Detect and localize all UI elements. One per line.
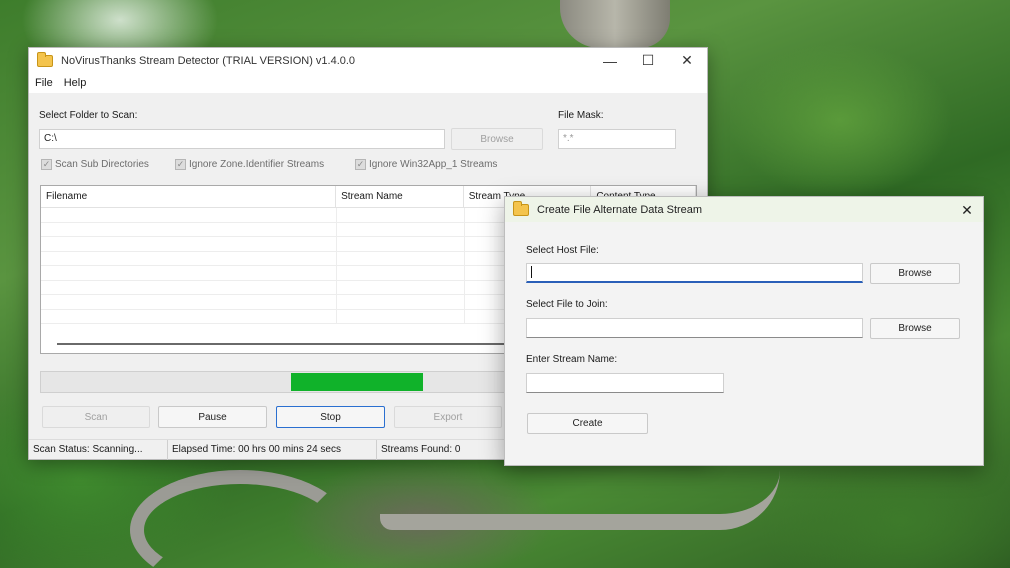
create-button[interactable]: Create <box>527 413 648 434</box>
join-file-input[interactable] <box>526 318 863 338</box>
host-file-input[interactable] <box>526 263 863 283</box>
stream-name-input[interactable] <box>526 373 724 393</box>
folder-label: Select Folder to Scan: <box>39 110 138 121</box>
stream-name-label: Enter Stream Name: <box>526 354 618 365</box>
menu-help[interactable]: Help <box>64 77 87 89</box>
create-ads-dialog: Create File Alternate Data Stream ✕ Sele… <box>504 196 984 466</box>
minimize-button[interactable]: — <box>591 48 629 73</box>
background-road <box>130 470 350 568</box>
folder-icon <box>513 200 529 216</box>
checkmark-icon: ✓ <box>41 159 52 170</box>
browse-folder-button[interactable]: Browse <box>451 128 543 150</box>
join-file-label: Select File to Join: <box>526 299 608 310</box>
dialog-close-button[interactable]: ✕ <box>957 200 977 220</box>
stop-button[interactable]: Stop <box>276 406 385 428</box>
checkbox-label: Ignore Zone.Identifier Streams <box>189 159 325 170</box>
window-title: NoVirusThanks Stream Detector (TRIAL VER… <box>61 54 356 67</box>
progress-fill <box>291 373 423 391</box>
menu-file[interactable]: File <box>35 77 53 89</box>
title-bar[interactable]: NoVirusThanks Stream Detector (TRIAL VER… <box>29 48 707 73</box>
ignore-zone-identifier-checkbox[interactable]: ✓ Ignore Zone.Identifier Streams <box>175 159 324 170</box>
join-browse-button[interactable]: Browse <box>870 318 960 339</box>
checkmark-icon: ✓ <box>355 159 366 170</box>
file-mask-input[interactable]: *.* <box>558 129 676 149</box>
background-cliff <box>560 0 670 48</box>
ignore-win32app-checkbox[interactable]: ✓ Ignore Win32App_1 Streams <box>355 159 497 170</box>
elapsed-time: Elapsed Time: 00 hrs 00 mins 24 secs <box>168 439 377 460</box>
host-browse-button[interactable]: Browse <box>870 263 960 284</box>
dialog-title-bar[interactable]: Create File Alternate Data Stream ✕ <box>505 197 983 222</box>
horizontal-scrollbar[interactable] <box>57 343 517 345</box>
close-button[interactable]: ✕ <box>668 48 706 73</box>
checkmark-icon: ✓ <box>175 159 186 170</box>
menu-bar: File Help <box>29 73 707 93</box>
host-file-label: Select Host File: <box>526 245 599 256</box>
maximize-button[interactable]: ☐ <box>629 48 667 73</box>
file-mask-label: File Mask: <box>558 110 604 121</box>
export-button[interactable]: Export <box>394 406 502 428</box>
text-caret <box>531 266 532 278</box>
checkbox-label: Scan Sub Directories <box>55 159 149 170</box>
folder-icon <box>37 51 53 67</box>
streams-found: Streams Found: 0 <box>381 444 461 455</box>
pause-button[interactable]: Pause <box>158 406 267 428</box>
folder-input[interactable]: C:\ <box>39 129 445 149</box>
checkbox-label: Ignore Win32App_1 Streams <box>369 159 498 170</box>
dialog-title: Create File Alternate Data Stream <box>537 203 703 216</box>
column-filename[interactable]: Filename <box>41 186 337 207</box>
scan-status: Scan Status: Scanning... <box>29 439 168 460</box>
scan-button[interactable]: Scan <box>42 406 150 428</box>
column-stream-name[interactable]: Stream Name <box>336 186 464 207</box>
background-road-lower <box>380 470 780 530</box>
scan-subdirectories-checkbox[interactable]: ✓ Scan Sub Directories <box>41 159 149 170</box>
